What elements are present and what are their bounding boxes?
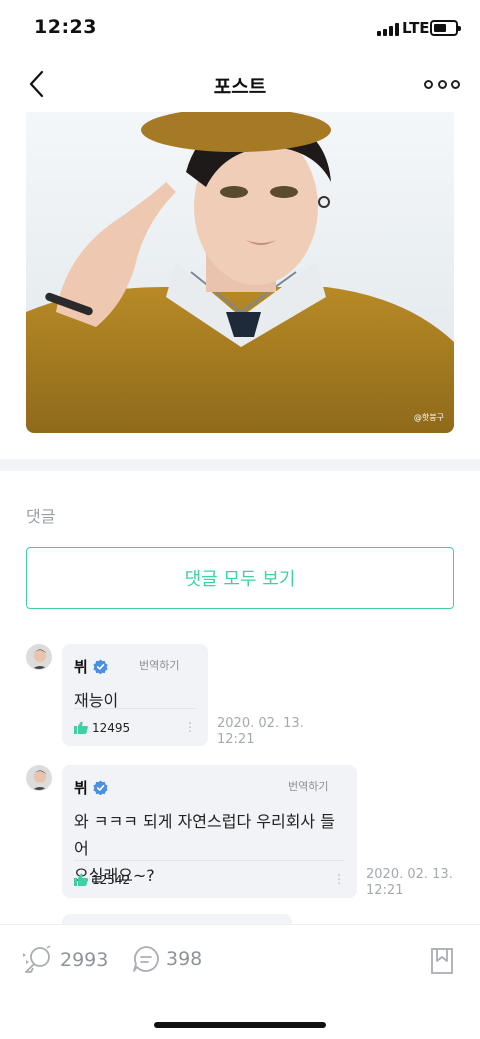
- image-watermark: @핫붕구: [413, 413, 444, 422]
- avatar[interactable]: [26, 644, 52, 670]
- thumbs-up-icon: [74, 721, 88, 734]
- verified-badge-icon: [93, 780, 108, 795]
- like-button[interactable]: 12542: [74, 873, 130, 887]
- avatar[interactable]: [26, 765, 52, 791]
- translate-button[interactable]: 번역하기: [288, 778, 328, 794]
- comment-menu-button[interactable]: ⋮: [184, 721, 196, 733]
- verified-badge-icon: [93, 659, 108, 674]
- comment-button[interactable]: 398: [132, 945, 202, 973]
- like-button[interactable]: 12495: [74, 721, 130, 735]
- network-type: LTE: [402, 19, 430, 37]
- cheer-button[interactable]: 2993: [20, 945, 108, 975]
- post-image[interactable]: @핫붕구: [26, 112, 454, 433]
- more-options-button[interactable]: [424, 78, 460, 90]
- portrait-photo: [26, 112, 454, 433]
- comment-bubble: 뷔 번역하기 재능이 12495 ⋮: [62, 644, 208, 746]
- commenter-name[interactable]: 뷔: [74, 777, 88, 798]
- signal-icon: [377, 23, 399, 36]
- status-bar: 12:23 LTE: [0, 0, 480, 58]
- comment-bubble: 뷔 번역하기 와 ㅋㅋㅋ 되게 자연스럽다 우리회사 들어 오실래요~? 125…: [62, 765, 357, 898]
- cheer-count: 2993: [60, 949, 109, 971]
- thumbs-up-icon: [74, 873, 88, 886]
- comment-item: 뷔 번역하기 재능이 12495 ⋮ 2020. 02. 13. 12:21: [26, 644, 454, 747]
- nav-bar: 포스트: [0, 58, 480, 110]
- view-all-comments-button[interactable]: 댓글 모두 보기: [26, 547, 454, 609]
- translate-button[interactable]: 번역하기: [139, 657, 179, 673]
- comment-menu-button[interactable]: ⋮: [333, 873, 345, 885]
- comment-bubble-icon: [133, 946, 159, 972]
- comment-item: 뷔 번역하기 와 ㅋㅋㅋ 되게 자연스럽다 우리회사 들어 오실래요~? 125…: [26, 765, 454, 898]
- comment-date: 2020. 02. 13. 12:21: [217, 716, 304, 747]
- like-count: 12495: [92, 720, 131, 735]
- commenter-name[interactable]: 뷔: [74, 656, 88, 677]
- bookmark-button[interactable]: [430, 947, 454, 979]
- like-count: 12542: [92, 872, 131, 887]
- comment-date: 2020. 02. 13. 12:21: [366, 867, 453, 898]
- comments-section-label: 댓글: [26, 507, 56, 526]
- home-indicator: [154, 1022, 326, 1028]
- bookmark-icon: [431, 948, 453, 974]
- section-divider: [0, 459, 480, 471]
- battery-icon: [430, 20, 461, 36]
- more-dots-icon: [424, 79, 433, 89]
- page-title: 포스트: [213, 76, 267, 98]
- comment-count: 398: [166, 948, 203, 970]
- cheer-icon: [23, 945, 51, 973]
- status-time: 12:23: [34, 16, 97, 38]
